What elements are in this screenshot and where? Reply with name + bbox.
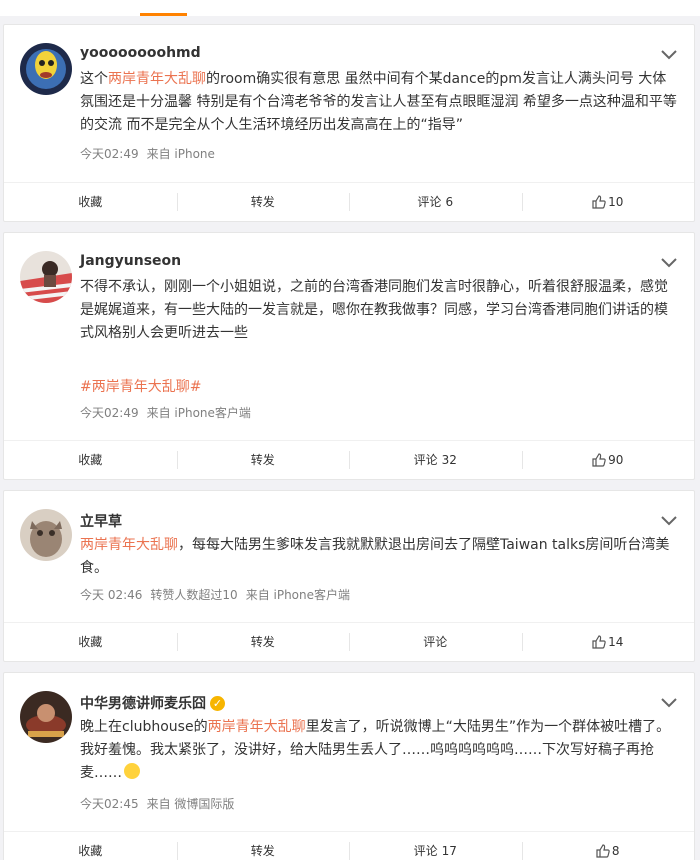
active-tab-indicator xyxy=(140,13,187,16)
comment-count: 32 xyxy=(441,452,457,467)
comment-button[interactable]: 评论 xyxy=(349,623,522,660)
avatar[interactable] xyxy=(20,509,72,561)
favorite-button[interactable]: 收藏 xyxy=(4,441,177,478)
favorite-label: 收藏 xyxy=(78,635,103,649)
action-bar: 收藏 转发 评论 32 90 xyxy=(4,440,694,478)
like-count: 90 xyxy=(608,452,624,467)
comment-count: 17 xyxy=(441,843,457,858)
repost-button[interactable]: 转发 xyxy=(176,623,350,660)
post-source: 来自 iPhone客户端 xyxy=(245,588,351,602)
comment-label: 评论 xyxy=(417,195,442,209)
repost-threshold: 转赞人数超过10 xyxy=(150,588,238,602)
post-meta: 今天02:49 来自 iPhone xyxy=(80,145,215,162)
post-card: yoooooooohmd 这个两岸青年大乱聊的room确实很有意思 虽然中间有个… xyxy=(3,24,695,222)
post-card: Jangyunseon 不得不承认，刚刚一个小姐姐说，之前的台湾香港同胞们发言时… xyxy=(3,232,695,480)
comment-label: 评论 xyxy=(413,844,438,858)
post-source: 来自 iPhone xyxy=(146,147,215,161)
like-button[interactable]: 10 xyxy=(521,183,695,220)
post-time[interactable]: 今天 02:46 xyxy=(80,588,142,602)
repost-label: 转发 xyxy=(250,453,275,467)
comment-button[interactable]: 评论 17 xyxy=(349,832,522,860)
content-text: 晚上在clubhouse的 xyxy=(80,719,208,735)
repost-button[interactable]: 转发 xyxy=(176,832,350,860)
post-time[interactable]: 今天02:45 xyxy=(80,797,139,811)
repost-label: 转发 xyxy=(250,844,275,858)
like-count: 8 xyxy=(611,843,620,858)
favorite-button[interactable]: 收藏 xyxy=(4,832,177,860)
post-source: 来自 iPhone客户端 xyxy=(146,406,251,420)
repost-label: 转发 xyxy=(250,635,275,649)
username[interactable]: 中华男德讲师麦乐囧 ✓ xyxy=(80,693,225,713)
like-button[interactable]: 14 xyxy=(521,623,695,660)
comment-button[interactable]: 评论 32 xyxy=(349,441,522,478)
thumbs-up-icon xyxy=(592,634,606,649)
thumbs-up-icon xyxy=(592,194,606,209)
post-meta: 今天 02:46 转赞人数超过10 来自 iPhone客户端 xyxy=(80,586,350,603)
hashtag-link[interactable]: #两岸青年大乱聊# xyxy=(80,376,680,399)
comment-button[interactable]: 评论 6 xyxy=(349,183,522,220)
favorite-button[interactable]: 收藏 xyxy=(4,183,177,220)
post-source: 来自 微博国际版 xyxy=(146,797,235,811)
like-count: 10 xyxy=(608,194,624,209)
topic-link[interactable]: 两岸青年大乱聊 xyxy=(80,537,178,553)
avatar[interactable] xyxy=(20,43,72,95)
avatar[interactable] xyxy=(20,251,72,303)
post-content: 不得不承认，刚刚一个小姐姐说，之前的台湾香港同胞们发言时很静心，听着很舒服温柔，… xyxy=(80,279,668,341)
verified-badge-icon: ✓ xyxy=(210,696,225,711)
favorite-button[interactable]: 收藏 xyxy=(4,623,177,660)
chevron-down-icon[interactable] xyxy=(660,515,678,527)
username[interactable]: Jangyunseon xyxy=(80,253,181,269)
thumbs-up-icon xyxy=(592,452,606,467)
topic-link[interactable]: 两岸青年大乱聊 xyxy=(108,71,206,87)
comment-label: 评论 xyxy=(413,453,438,467)
avatar[interactable] xyxy=(20,691,72,743)
chevron-down-icon[interactable] xyxy=(660,257,678,269)
content-text: 这个 xyxy=(80,71,108,87)
action-bar: 收藏 转发 评论 17 8 xyxy=(4,831,694,860)
crying-face-icon xyxy=(124,763,140,779)
post-time[interactable]: 今天02:49 xyxy=(80,406,139,420)
topic-link[interactable]: 两岸青年大乱聊 xyxy=(208,719,306,735)
post-content: 这个两岸青年大乱聊的room确实很有意思 虽然中间有个某dance的pm发言让人… xyxy=(80,68,680,137)
chevron-down-icon[interactable] xyxy=(660,49,678,61)
post-content: 两岸青年大乱聊，每每大陆男生爹味发言我就默默退出房间去了隔壁Taiwan tal… xyxy=(80,534,680,580)
repost-label: 转发 xyxy=(250,195,275,209)
post-card: 中华男德讲师麦乐囧 ✓ 晚上在clubhouse的两岸青年大乱聊里发言了，听说微博… xyxy=(3,672,695,860)
post-time[interactable]: 今天02:49 xyxy=(80,147,139,161)
repost-button[interactable]: 转发 xyxy=(176,441,350,478)
chevron-down-icon[interactable] xyxy=(660,697,678,709)
post-content: 晚上在clubhouse的两岸青年大乱聊里发言了，听说微博上“大陆男生”作为一个… xyxy=(80,716,680,785)
username-text[interactable]: 中华男德讲师麦乐囧 xyxy=(80,696,206,712)
username[interactable]: 立早草 xyxy=(80,511,122,531)
like-count: 14 xyxy=(608,634,624,649)
hashtag-text[interactable]: #两岸青年大乱聊# xyxy=(80,379,201,395)
top-tab-bar xyxy=(0,0,700,16)
action-bar: 收藏 转发 评论 6 10 xyxy=(4,182,694,220)
favorite-label: 收藏 xyxy=(78,195,103,209)
comment-count: 6 xyxy=(445,194,454,209)
repost-button[interactable]: 转发 xyxy=(176,183,350,220)
comment-label: 评论 xyxy=(423,635,448,649)
post-meta: 今天02:49 来自 iPhone客户端 xyxy=(80,404,251,421)
post-card: 立早草 两岸青年大乱聊，每每大陆男生爹味发言我就默默退出房间去了隔壁Taiwan… xyxy=(3,490,695,662)
post-meta: 今天02:45 来自 微博国际版 xyxy=(80,795,234,812)
action-bar: 收藏 转发 评论 14 xyxy=(4,622,694,660)
like-button[interactable]: 8 xyxy=(521,832,695,860)
favorite-label: 收藏 xyxy=(78,844,103,858)
thumbs-up-icon xyxy=(596,843,610,858)
username[interactable]: yoooooooohmd xyxy=(80,45,201,61)
favorite-label: 收藏 xyxy=(78,453,103,467)
like-button[interactable]: 90 xyxy=(521,441,695,478)
